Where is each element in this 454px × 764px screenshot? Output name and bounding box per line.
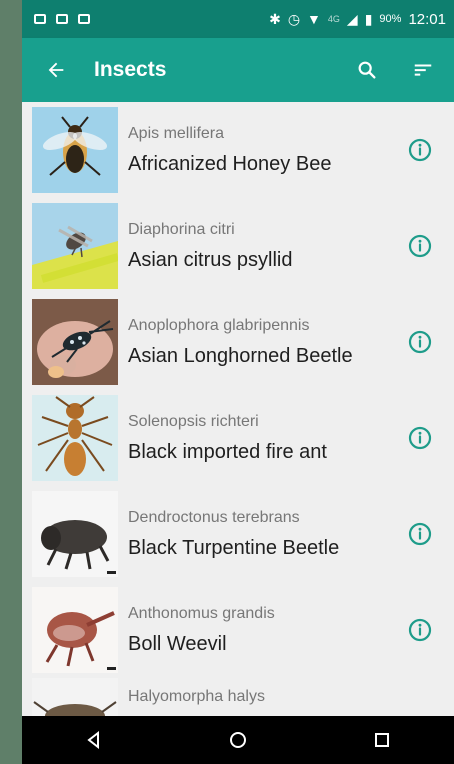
page-title: Insects [94,58,167,81]
common-name: Asian Longhorned Beetle [128,344,353,367]
app-bar-actions [346,49,444,91]
scientific-name: Halyomorpha halys [128,688,265,705]
network-type: 4G [327,14,340,24]
scientific-name: Apis mellifera [128,124,225,142]
list-item-text: Halyomorpha halys [128,678,454,716]
insect-thumbnail [32,107,118,193]
sort-button[interactable] [402,49,444,91]
sort-icon [412,59,434,81]
insect-thumbnail [32,587,118,673]
info-button[interactable] [406,136,434,164]
home-circle-icon [228,730,248,750]
app-bar: Insects [22,38,454,102]
info-button[interactable] [406,328,434,356]
scientific-name: Anthonomus grandis [128,604,275,622]
list-item[interactable]: Dendroctonus terebrans Black Turpentine … [22,486,454,582]
nav-back-button[interactable] [77,723,111,757]
list-item-text: Apis mellifera Africanized Honey Bee [128,125,406,176]
nav-home-button[interactable] [221,723,255,757]
triangle-back-icon [85,731,103,749]
common-name: Boll Weevil [128,632,227,655]
status-bar-left [34,14,90,24]
common-name: Africanized Honey Bee [128,152,332,175]
search-icon [356,59,378,81]
list-item[interactable]: Solenopsis richteri Black imported fire … [22,390,454,486]
signal-icon: ◢ [346,11,358,27]
list-item-text: Diaphorina citri Asian citrus psyllid [128,221,406,272]
bluetooth-icon: ✱ [269,11,281,27]
info-icon [408,618,432,642]
android-navigation-bar [22,716,454,764]
info-icon [408,522,432,546]
info-button[interactable] [406,616,434,644]
battery-icon: ▮ [364,11,373,27]
back-button[interactable] [40,54,72,86]
status-bar-right: ✱ ◷ ▼ 4G ◢ ▮ 90% 12:01 [269,11,446,28]
scientific-name: Anoplophora glabripennis [128,316,310,334]
phone-screen: ✱ ◷ ▼ 4G ◢ ▮ 90% 12:01 Insects Apis mell… [22,0,454,764]
list-item-text: Dendroctonus terebrans Black Turpentine … [128,509,406,560]
list-item-text: Anoplophora glabripennis Asian Longhorne… [128,317,406,368]
insect-thumbnail [32,491,118,577]
info-icon [408,426,432,450]
insect-thumbnail [32,299,118,385]
arrow-left-icon [45,59,67,81]
gallery-notification-icon [34,14,46,24]
info-icon [408,234,432,258]
list-item[interactable]: Apis mellifera Africanized Honey Bee [22,102,454,198]
list-item[interactable]: Halyomorpha halys [22,678,454,716]
list-item[interactable]: Anthonomus grandis Boll Weevil [22,582,454,678]
status-bar: ✱ ◷ ▼ 4G ◢ ▮ 90% 12:01 [22,0,454,38]
list-item-text: Anthonomus grandis Boll Weevil [128,605,406,656]
clock: 12:01 [408,10,446,28]
battery-percent: 90% [379,13,402,25]
nav-recents-button[interactable] [365,723,399,757]
square-recents-icon [373,731,391,749]
wifi-icon: ▼ [307,11,321,27]
list-item-text: Solenopsis richteri Black imported fire … [128,413,406,464]
list-item[interactable]: Anoplophora glabripennis Asian Longhorne… [22,294,454,390]
message-notification-icon [56,14,68,24]
list-item[interactable]: Diaphorina citri Asian citrus psyllid [22,198,454,294]
scientific-name: Diaphorina citri [128,220,235,238]
info-button[interactable] [406,424,434,452]
mail-notification-icon [78,14,90,24]
common-name: Black Turpentine Beetle [128,536,340,559]
info-button[interactable] [406,520,434,548]
insect-thumbnail [32,395,118,481]
alarm-icon: ◷ [287,11,301,27]
scientific-name: Solenopsis richteri [128,412,259,430]
insect-thumbnail [32,203,118,289]
search-button[interactable] [346,49,388,91]
info-icon [408,138,432,162]
info-icon [408,330,432,354]
scientific-name: Dendroctonus terebrans [128,508,300,526]
common-name: Black imported fire ant [128,440,327,463]
common-name: Asian citrus psyllid [128,248,293,271]
insect-list: Apis mellifera Africanized Honey Bee Dia… [22,102,454,716]
info-button[interactable] [406,232,434,260]
insect-thumbnail [32,678,118,716]
